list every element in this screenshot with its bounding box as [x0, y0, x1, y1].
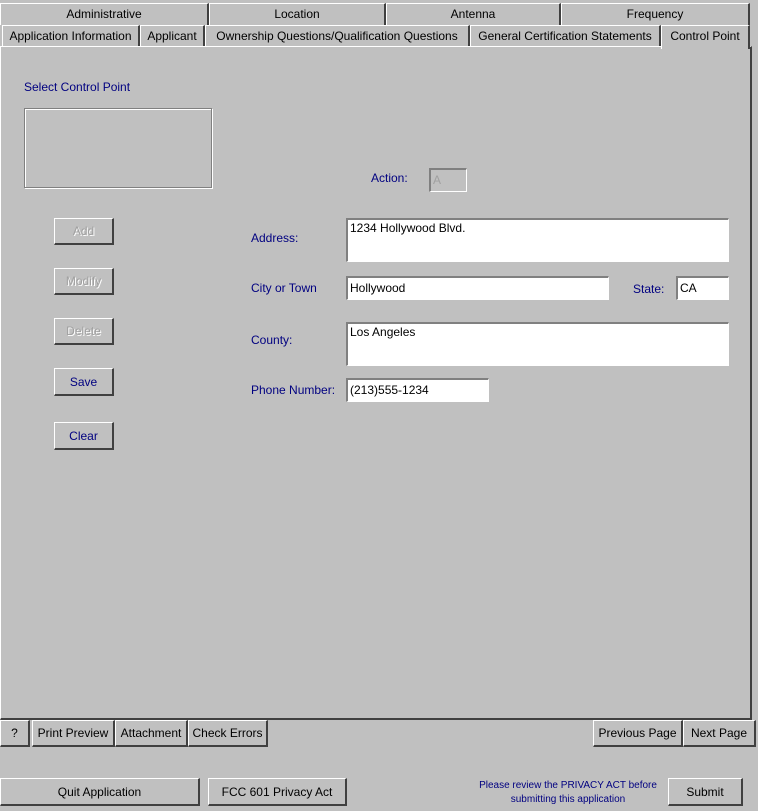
tab-administrative[interactable]: Administrative [0, 3, 209, 25]
check-errors-button[interactable]: Check Errors [188, 720, 268, 747]
tab-antenna[interactable]: Antenna [386, 3, 561, 25]
privacy-act-button[interactable]: FCC 601 Privacy Act [208, 778, 347, 806]
county-label: County: [251, 333, 293, 347]
tab-control-point[interactable]: Control Point [661, 25, 750, 49]
help-button[interactable]: ? [0, 720, 30, 747]
attachment-button[interactable]: Attachment [115, 720, 188, 747]
add-button-label: Add [72, 224, 95, 238]
tab-general-certification[interactable]: General Certification Statements [470, 25, 661, 47]
delete-button-label: Delete [66, 324, 101, 338]
city-label: City or Town [251, 281, 317, 295]
state-label: State: [633, 282, 665, 296]
tab-applicant[interactable]: Applicant [140, 25, 205, 47]
clear-button[interactable]: Clear [54, 422, 114, 450]
action-field[interactable]: A [429, 168, 467, 192]
city-field[interactable]: Hollywood [346, 276, 609, 300]
delete-button[interactable]: Delete [54, 318, 114, 345]
control-point-list[interactable] [24, 108, 212, 188]
state-field[interactable]: CA [676, 276, 729, 300]
address-field[interactable]: 1234 Hollywood Blvd. [346, 218, 729, 262]
tab-frequency[interactable]: Frequency [561, 3, 750, 25]
modify-button[interactable]: Modify [54, 268, 114, 295]
add-button[interactable]: Add [54, 218, 114, 245]
phone-field[interactable]: (213)555-1234 [346, 378, 489, 402]
modify-button-label: Modify [65, 274, 102, 288]
address-label: Address: [251, 231, 299, 245]
previous-page-button[interactable]: Previous Page [593, 720, 683, 747]
privacy-notice: Please review the PRIVACY ACT before sub… [462, 779, 674, 807]
next-page-button[interactable]: Next Page [683, 720, 756, 747]
tab-ownership-questions[interactable]: Ownership Questions/Qualification Questi… [205, 25, 470, 47]
select-control-point-label: Select Control Point [24, 80, 131, 94]
print-preview-button[interactable]: Print Preview [32, 720, 115, 747]
tab-location[interactable]: Location [209, 3, 386, 25]
submit-button[interactable]: Submit [668, 778, 743, 806]
privacy-notice-line1: Please review the PRIVACY ACT before [479, 780, 657, 791]
county-field[interactable]: Los Angeles [346, 322, 729, 366]
action-label: Action: [371, 171, 408, 185]
privacy-notice-line2: submitting this application [510, 794, 626, 805]
quit-application-button[interactable]: Quit Application [0, 778, 200, 806]
tab-application-information[interactable]: Application Information [2, 25, 140, 47]
save-button[interactable]: Save [54, 368, 114, 396]
phone-label: Phone Number: [251, 383, 336, 397]
